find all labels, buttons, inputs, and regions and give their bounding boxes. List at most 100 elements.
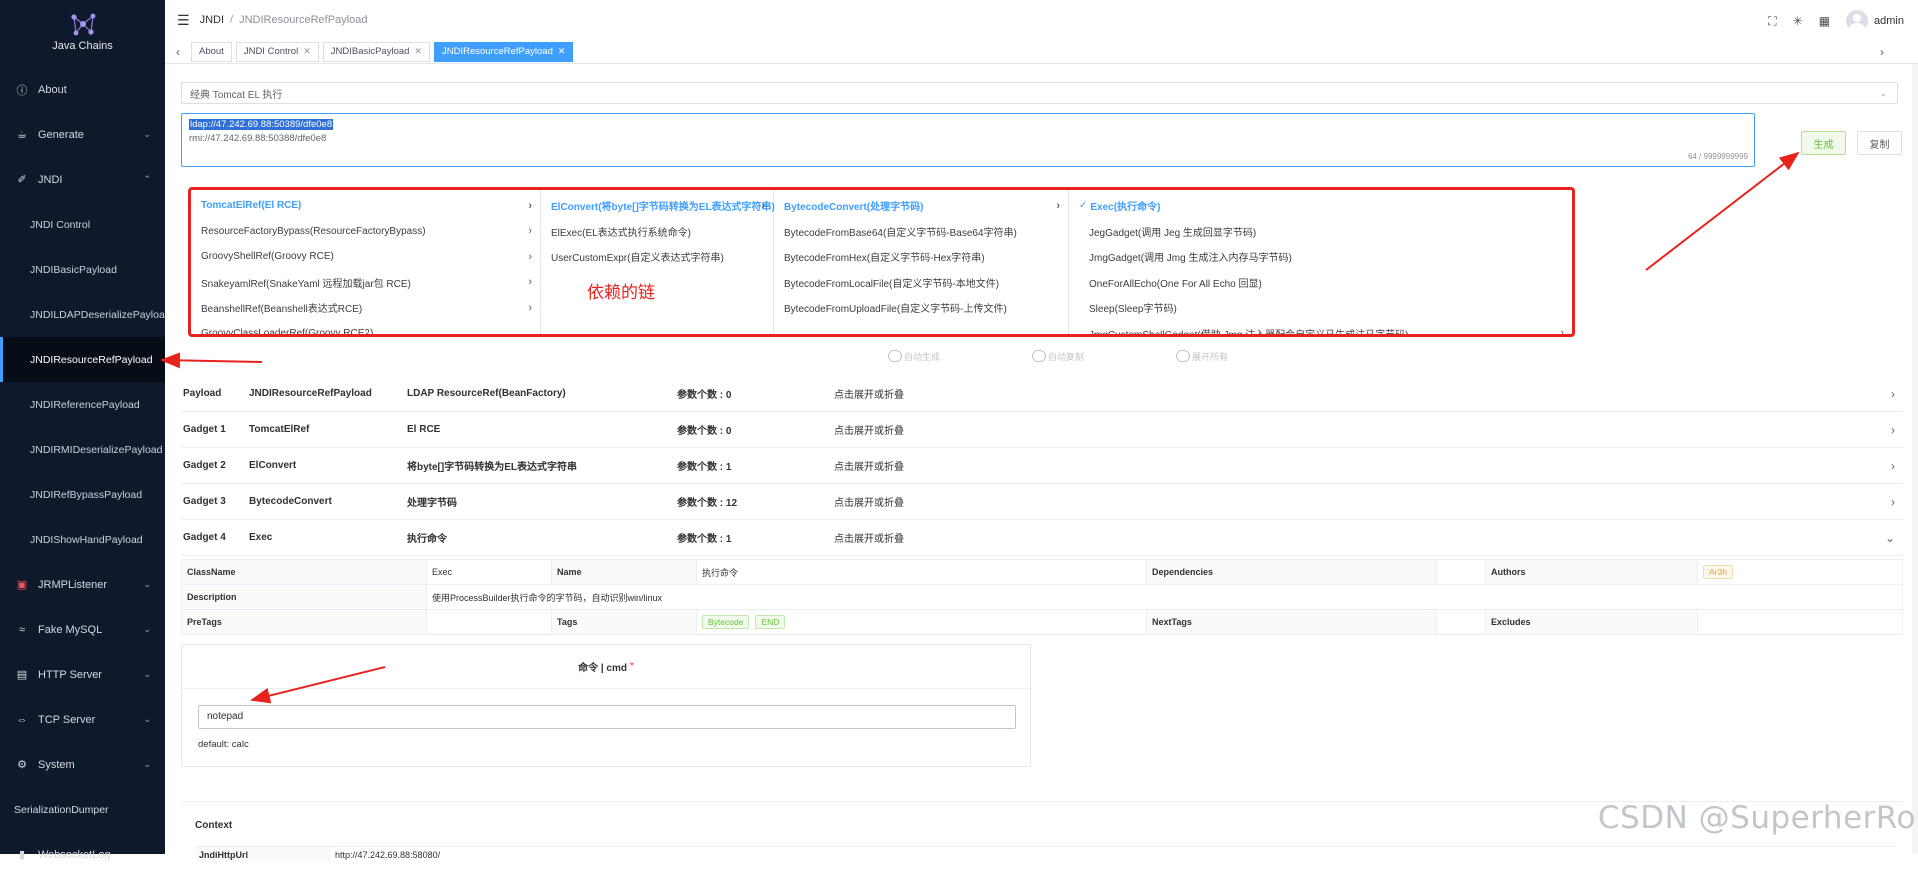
cascader-option[interactable]: BytecodeFromLocalFile(自定义字节码-本地文件) (774, 270, 1068, 296)
tab-label: About (199, 46, 224, 57)
tab-about[interactable]: About (191, 41, 232, 62)
loading-spinner-icon[interactable]: ✳ (1793, 14, 1803, 28)
sidebar-item-tcp-server[interactable]: ⇔ TCP Server ⌄ (0, 697, 165, 742)
option-label: BeanshellRef(Beanshell表达式RCE) (201, 304, 363, 316)
gadget-row-3[interactable]: Gadget 3 BytecodeConvert 处理字节码 参数个数 : 12 点击展… (181, 484, 1903, 520)
chevron-down-icon: ⌄ (1884, 530, 1895, 545)
toggle-auto-generate[interactable]: 自动生成 (888, 349, 940, 363)
cascader-option[interactable]: ElExec(EL表达式执行系统命令) (541, 219, 773, 245)
sidebar-subitem-jndi-reference[interactable]: JNDIReferencePayload (0, 382, 165, 427)
gadget-cascader: TomcatElRef(El RCE) › ResourceFactoryBypa… (188, 187, 1575, 337)
generate-button[interactable]: 生成 (1801, 131, 1846, 155)
close-icon[interactable]: ✕ (414, 46, 422, 57)
sidebar-subitem-jndi-ldap-deserialize[interactable]: JNDILDAPDeserializePayload (0, 292, 165, 337)
gadget-row-4[interactable]: Gadget 4 Exec 执行命令 参数个数 : 1 点击展开或折叠 ⌄ (181, 520, 1903, 556)
avatar[interactable] (1846, 10, 1869, 32)
cascader-option[interactable]: ResourceFactoryBypass(ResourceFactoryByp… (191, 219, 540, 245)
payload-select[interactable]: 经典 Tomcat EL 执行 ⌄ (181, 82, 1898, 104)
chevron-down-icon: ⌄ (143, 759, 151, 769)
fullscreen-icon[interactable]: ⛶ (1768, 14, 1776, 29)
cascader-option[interactable]: TomcatElRef(El RCE) › (191, 193, 540, 219)
row-class: JNDIResourceRefPayload (249, 388, 372, 399)
option-label: JmgCustomShellGadget(借助 Jmg 注入器配合自定义马生成注… (1089, 329, 1409, 337)
cascader-option[interactable]: JegGadget(调用 Jeg 生成回显字节码) (1069, 219, 1572, 245)
output-textarea[interactable]: ldap://47.242.69.88:50389/dfe0e8 rmi://4… (181, 113, 1755, 167)
cascader-option[interactable]: BytecodeConvert(处理字节码) › (774, 193, 1068, 219)
sidebar-subitem-jndi-resourceref[interactable]: JNDIResourceRefPayload (0, 337, 165, 382)
chevron-right-icon: › (1891, 458, 1895, 473)
chevron-right-icon: › (1560, 327, 1564, 337)
sidebar-subitem-jndi-refbypass[interactable]: JNDIRefBypassPayload (0, 472, 165, 517)
cascader-option[interactable]: BeanshellRef(Beanshell表达式RCE) › (191, 295, 540, 321)
grid-layout-icon[interactable]: ▦ (1819, 14, 1830, 28)
cascader-option[interactable]: GroovyClassLoaderRef(Groovy RCE2) (191, 321, 540, 334)
tabs-scroll-right-icon[interactable]: › (1880, 45, 1884, 59)
cascader-option[interactable]: Sleep(Sleep字节码) (1069, 295, 1572, 321)
cascader-option[interactable]: ElConvert(将byte[]字节码转换为EL表达式字符串) › (541, 193, 775, 219)
username[interactable]: admin (1874, 15, 1904, 27)
tab-jndi-basic-payload[interactable]: JNDIBasicPayload ✕ (322, 41, 430, 62)
cascader-option[interactable]: JmgCustomShellGadget(借助 Jmg 注入器配合自定义马生成注… (1069, 321, 1572, 337)
cascader-option[interactable]: GroovyShellRef(Groovy RCE) › (191, 244, 540, 270)
cascader-option[interactable]: BytecodeFromBase64(自定义字节码-Base64字符串) (774, 219, 1068, 245)
sidebar-subitem-jndi-rmi-deserialize[interactable]: JNDIRMIDeserializePayload (0, 427, 165, 472)
app-logo[interactable]: Java Chains (0, 0, 165, 64)
sidebar-subitem-jndi-control[interactable]: JNDI Control (0, 202, 165, 247)
cmd-input[interactable]: notepad (198, 705, 1016, 729)
main-area: ☰ JNDI / JNDIResourceRefPayload ⛶ ✳ ▦ ad… (165, 0, 1918, 862)
detail-description: 使用ProcessBuilder执行命令的字节码，自动识别win/linux (426, 584, 1903, 610)
detail-classname: Exec (426, 559, 552, 585)
chevron-right-icon: › (528, 199, 532, 212)
tabs-bar: ‹ About JNDI Control ✕ JNDIBasicPayload ✕ … (165, 40, 1918, 64)
sidebar-item-label: JNDI (38, 173, 63, 186)
cascader-option[interactable]: BytecodeFromUploadFile(自定义字节码-上传文件) (774, 295, 1068, 321)
context-key: JndiHttpUrl (195, 847, 331, 862)
sidebar-item-jrmplistener[interactable]: ▣ JRMPListener ⌄ (0, 562, 165, 607)
row-class: BytecodeConvert (249, 496, 332, 507)
option-label: SnakeyamlRef(SnakeYaml 远程加载jar包 RCE) (201, 278, 411, 290)
hamburger-menu-icon[interactable]: ☰ (177, 12, 190, 29)
close-icon[interactable]: ✕ (558, 46, 566, 57)
sidebar-item-system[interactable]: ⚙ System ⌄ (0, 742, 165, 787)
gadget-row-payload[interactable]: Payload JNDIResourceRefPayload LDAP Resour… (181, 376, 1903, 412)
syringe-icon: ✐ (17, 174, 27, 186)
gadget-row-2[interactable]: Gadget 2 ElConvert 将byte[]字节码转换为EL表达式字符串 参数… (181, 448, 1903, 484)
cascader-option[interactable]: JmgGadget(调用 Jmg 生成注入内存马字节码) (1069, 244, 1572, 270)
tab-jndi-resourceref-payload[interactable]: JNDIResourceRefPayload ✕ (433, 41, 574, 62)
sidebar-item-fake-mysql[interactable]: ≈ Fake MySQL ⌄ (0, 607, 165, 652)
sidebar-subitem-jndi-basic[interactable]: JNDIBasicPayload (0, 247, 165, 292)
sidebar-item-jndi[interactable]: ✐ JNDI ⌃ (0, 157, 165, 202)
sidebar-item-serialization-dumper[interactable]: SerializationDumper (0, 787, 165, 832)
copy-button[interactable]: 复制 (1857, 131, 1902, 155)
chevron-right-icon: › (528, 301, 532, 314)
gear-icon: ⚙ (17, 759, 27, 771)
tabs-scroll-left-icon[interactable]: ‹ (165, 45, 191, 59)
param-header: 命令 | cmd * (182, 645, 1030, 689)
sidebar-subitem-jndi-showhand[interactable]: JNDIShowHandPayload (0, 517, 165, 562)
gadget-row-1[interactable]: Gadget 1 TomcatElRef El RCE 参数个数 : 0 点击展开或折叠… (181, 412, 1903, 448)
sidebar-item-http-server[interactable]: ▤ HTTP Server ⌄ (0, 652, 165, 697)
sidebar-item-generate[interactable]: ☕ Generate ⌄ (0, 112, 165, 157)
cascader-option[interactable]: SnakeyamlRef(SnakeYaml 远程加载jar包 RCE) › (191, 270, 540, 296)
option-label: BytecodeFromLocalFile(自定义字节码-本地文件) (784, 278, 1000, 290)
cascader-option[interactable]: OneForAllEcho(One For All Echo 回显) (1069, 270, 1572, 296)
toggle-auto-copy[interactable]: 自动复制 (1032, 349, 1084, 363)
param-form: 命令 | cmd * notepad default: calc (181, 644, 1031, 767)
cascader-option[interactable]: ✓ Exec(执行命令) (1069, 193, 1572, 219)
detail-label: Tags (551, 609, 697, 635)
top-header: ☰ JNDI / JNDIResourceRefPayload ⛶ ✳ ▦ ad… (165, 0, 1918, 40)
page-scrollbar[interactable] (1912, 64, 1918, 854)
sidebar-item-websocket-log[interactable]: ▮ WebsocketLog (0, 832, 165, 877)
cascader-option[interactable]: UserCustomExpr(自定义表达式字符串) (541, 244, 773, 270)
option-label: OneForAllEcho(One For All Echo 回显) (1089, 278, 1262, 290)
breadcrumb-root[interactable]: JNDI (200, 14, 224, 26)
tab-jndi-control[interactable]: JNDI Control ✕ (235, 41, 319, 62)
row-class: TomcatElRef (249, 424, 310, 435)
switch-knob (888, 350, 902, 362)
close-icon[interactable]: ✕ (303, 46, 311, 57)
detail-label: Dependencies (1146, 559, 1437, 585)
chevron-down-icon: ⌄ (143, 669, 151, 679)
sidebar-item-about[interactable]: ⓘ About (0, 67, 165, 112)
cascader-option[interactable]: BytecodeFromHex(自定义字节码-Hex字符串) (774, 244, 1068, 270)
toggle-expand-all[interactable]: 展开所有 (1176, 349, 1228, 363)
